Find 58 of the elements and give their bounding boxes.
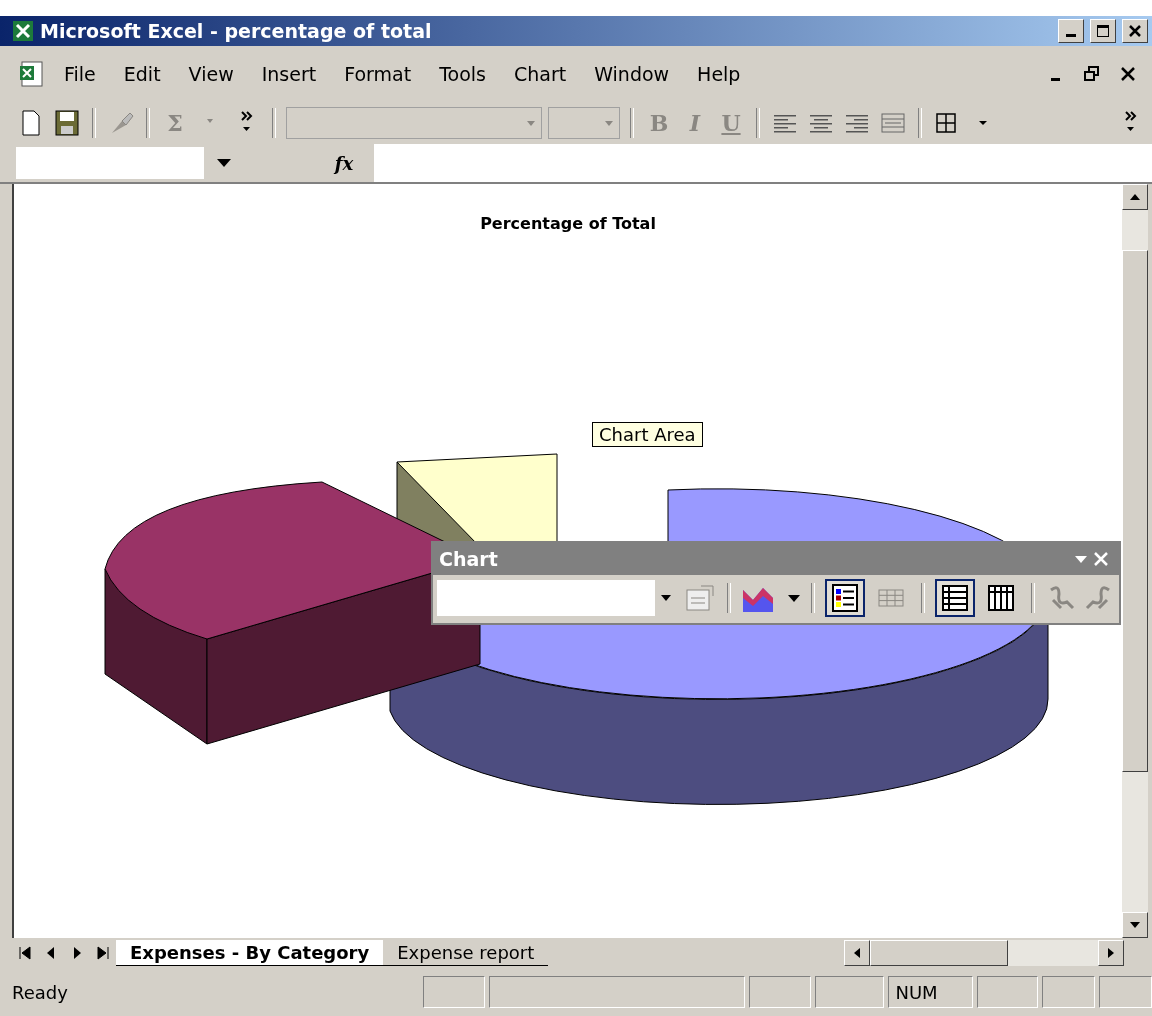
chart-objects-field[interactable] <box>437 580 677 616</box>
dropdown-arrow-icon[interactable] <box>216 158 232 168</box>
font-size-field[interactable] <box>548 107 620 139</box>
status-panel <box>814 976 885 1008</box>
close-button[interactable] <box>1122 19 1148 43</box>
menu-item[interactable]: Insert <box>251 61 327 87</box>
status-panel <box>749 976 811 1008</box>
scroll-up-button[interactable] <box>1122 184 1148 210</box>
menu-item[interactable]: Edit <box>113 61 171 87</box>
dropdown-arrow-icon[interactable] <box>660 594 672 602</box>
by-column-icon <box>985 582 1017 614</box>
last-sheet-icon[interactable] <box>96 945 110 961</box>
status-panel <box>423 976 485 1008</box>
scrollbar-thumb[interactable] <box>1122 250 1148 772</box>
chart-title: Percentage of Total <box>479 213 657 233</box>
scroll-left-button[interactable] <box>844 940 870 966</box>
menu-item[interactable]: View <box>178 61 244 87</box>
up-arrow-icon <box>1129 193 1141 201</box>
tooltip: Chart Area <box>592 422 703 447</box>
menu-item[interactable]: Tools <box>429 61 496 87</box>
legend-button[interactable] <box>825 579 865 617</box>
status-panel <box>1042 976 1096 1008</box>
sheet-tab[interactable]: Expenses - By Category <box>116 940 384 966</box>
down-arrow-icon <box>1129 921 1141 929</box>
dropdown-arrow-icon[interactable] <box>787 593 801 603</box>
menu-item[interactable]: Chart <box>503 61 577 87</box>
status-message: Ready <box>12 981 69 1003</box>
minimize-icon <box>1066 33 1076 37</box>
minimize-button[interactable] <box>1058 19 1084 43</box>
menu-item[interactable]: File <box>54 61 106 87</box>
font-name-field[interactable] <box>286 107 542 139</box>
workbook-icon[interactable] <box>18 60 46 88</box>
excel-logo-icon <box>12 20 34 42</box>
scrollbar-thumb[interactable] <box>870 940 1008 966</box>
by-row-icon <box>939 582 971 614</box>
insert-function-button[interactable]: fx <box>314 152 374 174</box>
status-panel <box>1099 976 1152 1008</box>
menu-item[interactable]: Format <box>334 61 422 87</box>
first-sheet-icon[interactable] <box>18 945 32 961</box>
right-arrow-icon <box>1107 947 1115 959</box>
maximize-button[interactable] <box>1090 19 1116 43</box>
left-arrow-icon <box>853 947 861 959</box>
by-row-button[interactable] <box>935 579 975 617</box>
status-indicator: NUM <box>888 976 973 1008</box>
close-icon[interactable] <box>1120 66 1136 82</box>
legend-icon <box>829 582 861 614</box>
toolbar-title: Chart <box>439 548 499 570</box>
save-icon[interactable] <box>54 109 80 137</box>
scroll-right-button[interactable] <box>1098 940 1124 966</box>
restore-icon[interactable] <box>1084 66 1100 82</box>
close-icon <box>1128 24 1142 38</box>
formula-input-field[interactable] <box>374 144 1152 182</box>
status-panel <box>976 976 1039 1008</box>
maximize-icon <box>1096 24 1110 38</box>
menu-item[interactable]: Help <box>687 61 751 87</box>
menu-item[interactable]: Window <box>584 61 680 87</box>
scroll-down-button[interactable] <box>1122 912 1148 938</box>
window-title: Microsoft Excel - percentage of total <box>40 20 433 42</box>
